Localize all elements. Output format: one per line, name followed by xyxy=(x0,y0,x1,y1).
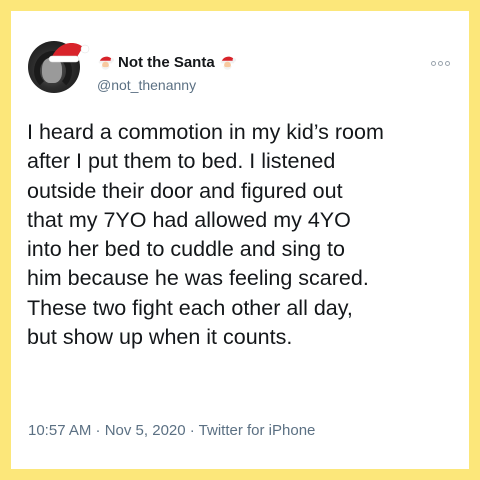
santa-emoji-icon xyxy=(220,56,236,70)
tweet-text: I heard a commotion in my kid’s room aft… xyxy=(27,120,384,350)
user-handle[interactable]: @not_thenanny xyxy=(97,77,196,93)
dot xyxy=(438,61,443,66)
tweet-card: Not the Santa @not_thenanny I heard a co… xyxy=(11,11,469,469)
more-options-icon[interactable] xyxy=(431,61,450,66)
tweet-timestamp[interactable]: 10:57 AM · Nov 5, 2020 · Twitter for iPh… xyxy=(28,422,315,439)
santa-hat-icon xyxy=(48,43,90,63)
dot xyxy=(431,61,436,66)
santa-emoji-icon xyxy=(98,56,114,70)
dot xyxy=(445,61,450,66)
display-name-row[interactable]: Not the Santa xyxy=(97,54,236,71)
display-name: Not the Santa xyxy=(118,54,215,71)
